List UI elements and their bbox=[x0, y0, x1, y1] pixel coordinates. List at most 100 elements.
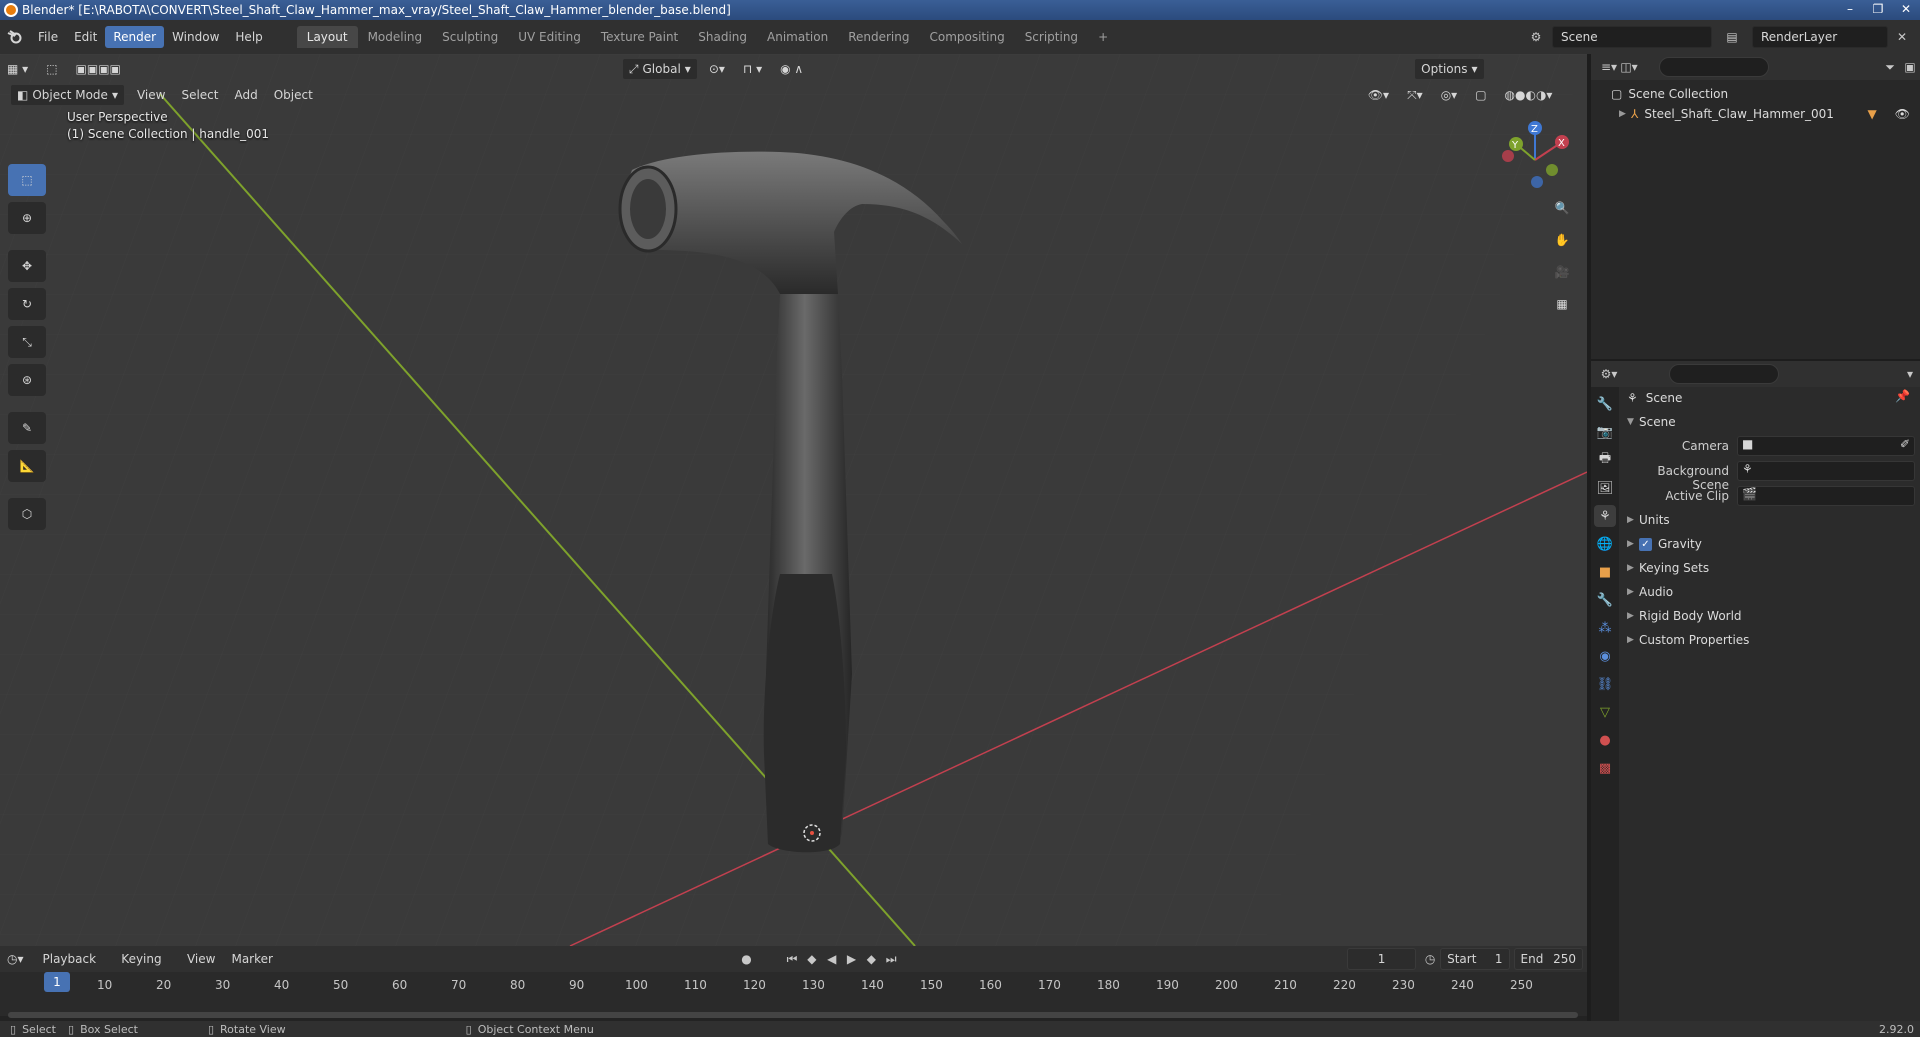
tab-rendering[interactable]: Rendering bbox=[838, 26, 919, 48]
tab-texture-paint[interactable]: Texture Paint bbox=[591, 26, 688, 48]
menu-render[interactable]: Render bbox=[105, 26, 165, 48]
new-collection-icon[interactable]: ▣ bbox=[1900, 57, 1920, 77]
modifier-tab-icon[interactable]: 🔧 bbox=[1594, 589, 1616, 611]
texture-tab-icon[interactable]: ▩ bbox=[1594, 757, 1616, 779]
options-dropdown[interactable]: Options ▾ bbox=[1414, 58, 1485, 80]
object-tab-icon[interactable]: ■ bbox=[1594, 561, 1616, 583]
menu-help[interactable]: Help bbox=[227, 26, 270, 48]
select-box-icon[interactable]: ⬚ bbox=[8, 164, 46, 196]
audio-panel[interactable]: ▶ Audio bbox=[1627, 581, 1673, 603]
scene-type-icon[interactable]: ⚙ bbox=[1526, 27, 1546, 47]
view-layer-tab-icon[interactable]: 🖼 bbox=[1594, 477, 1616, 499]
units-panel[interactable]: ▶ Units bbox=[1627, 509, 1670, 531]
timeline-scrollbar[interactable] bbox=[8, 1012, 1578, 1018]
keying-sets-panel[interactable]: ▶ Keying Sets bbox=[1627, 557, 1709, 579]
display-mode-icon[interactable]: ◫▾ bbox=[1619, 57, 1639, 77]
output-tab-icon[interactable]: 🖶 bbox=[1594, 449, 1616, 471]
eye-icon[interactable]: 👁 bbox=[1895, 107, 1910, 121]
tab-scripting[interactable]: Scripting bbox=[1015, 26, 1088, 48]
minimize-icon[interactable]: – bbox=[1836, 0, 1864, 20]
end-frame-field[interactable]: End 250 bbox=[1513, 948, 1584, 970]
jump-start-icon[interactable]: ⏮ bbox=[782, 949, 802, 969]
custom-properties-panel[interactable]: ▶ Custom Properties bbox=[1627, 629, 1749, 651]
outliner-editor-icon[interactable]: ≡▾ bbox=[1599, 57, 1619, 77]
zoom-icon[interactable]: 🔍 bbox=[1548, 194, 1576, 222]
restore-icon[interactable]: ❐ bbox=[1864, 0, 1892, 20]
menu-select[interactable]: Select bbox=[173, 84, 226, 106]
rotate-icon[interactable]: ↻ bbox=[8, 288, 46, 320]
close-icon[interactable]: ✕ bbox=[1892, 0, 1920, 20]
next-keyframe-icon[interactable]: ◆ bbox=[861, 949, 881, 969]
playback-menu[interactable]: Playback ▾ bbox=[35, 948, 114, 988]
menu-edit[interactable]: Edit bbox=[66, 26, 105, 48]
chevron-down-icon[interactable]: ▾ bbox=[1900, 364, 1920, 384]
scale-icon[interactable]: ⤡ bbox=[8, 326, 46, 358]
render-layer-selector[interactable]: RenderLayer bbox=[1752, 26, 1888, 48]
proportional-edit-icon[interactable]: ◉ ∧ bbox=[773, 58, 810, 80]
menu-view[interactable]: View bbox=[129, 84, 173, 106]
pan-hand-icon[interactable]: ✋ bbox=[1548, 226, 1576, 254]
blender-menu-icon[interactable] bbox=[0, 30, 30, 44]
outliner-scene-collection[interactable]: ▢ Scene Collection bbox=[1591, 84, 1920, 104]
record-icon[interactable]: ● bbox=[737, 949, 757, 969]
material-tab-icon[interactable]: ● bbox=[1594, 729, 1616, 751]
timeline-ruler[interactable]: 1 10 20 30 40 50 60 70 80 90 100 110 120 130 140 150 16… bbox=[0, 972, 1587, 1018]
play-reverse-icon[interactable]: ◀ bbox=[822, 949, 842, 969]
add-workspace-icon[interactable]: + bbox=[1088, 26, 1118, 48]
active-clip-field[interactable]: 🎬 bbox=[1737, 486, 1915, 506]
ortho-grid-icon[interactable]: ▦ bbox=[1548, 290, 1576, 318]
menu-object[interactable]: Object bbox=[266, 84, 321, 106]
keying-menu[interactable]: Keying ▾ bbox=[113, 948, 179, 988]
scene-tab-icon[interactable]: ⚘ bbox=[1594, 505, 1616, 527]
gravity-checkbox[interactable]: ✓ bbox=[1639, 537, 1652, 551]
world-tab-icon[interactable]: 🌐 bbox=[1594, 533, 1616, 555]
selection-mode-icons[interactable]: ▣▣▣▣ bbox=[69, 58, 128, 80]
mode-dropdown[interactable]: ◧ Object Mode ▾ bbox=[10, 84, 125, 106]
menu-add[interactable]: Add bbox=[226, 84, 265, 106]
tab-compositing[interactable]: Compositing bbox=[919, 26, 1014, 48]
tab-shading[interactable]: Shading bbox=[688, 26, 757, 48]
3d-viewport[interactable]: ▦ ▾ ⬚ ▣▣▣▣ ⤢ Global ▾ ⊙▾ ⊓ ▾ ◉ ∧ Options… bbox=[0, 54, 1587, 946]
menu-file[interactable]: File bbox=[30, 26, 66, 48]
shading-mode-icons[interactable]: ◍●◐◑▾ bbox=[1498, 84, 1560, 106]
outliner-item[interactable]: ▶ ⅄ Steel_Shaft_Claw_Hammer_001 ▼ 👁 bbox=[1591, 104, 1920, 124]
background-scene-field[interactable]: ⚘ bbox=[1737, 461, 1915, 481]
render-tab-icon[interactable]: 📷 bbox=[1594, 421, 1616, 443]
jump-end-icon[interactable]: ⏭ bbox=[881, 949, 901, 969]
camera-field[interactable]: ■ ✐ bbox=[1737, 436, 1915, 456]
add-cube-icon[interactable]: ⬡ bbox=[8, 498, 46, 530]
prev-keyframe-icon[interactable]: ◆ bbox=[802, 949, 822, 969]
outliner-search-input[interactable] bbox=[1659, 57, 1769, 77]
clock-editor-icon[interactable]: ◷▾ bbox=[0, 948, 31, 970]
measure-icon[interactable]: 📐 bbox=[8, 450, 46, 482]
transform-orientation-dropdown[interactable]: ⤢ Global ▾ bbox=[621, 58, 698, 80]
tool-tab-icon[interactable]: 🔧 bbox=[1594, 393, 1616, 415]
playhead[interactable]: 1 bbox=[44, 972, 70, 992]
pin-icon[interactable]: 📌 bbox=[1895, 389, 1910, 403]
rigid-body-panel[interactable]: ▶ Rigid Body World bbox=[1627, 605, 1742, 627]
data-tab-icon[interactable]: ▽ bbox=[1594, 701, 1616, 723]
tab-sculpting[interactable]: Sculpting bbox=[432, 26, 508, 48]
overlay-icon[interactable]: ◎▾ bbox=[1434, 84, 1465, 106]
remove-layer-icon[interactable]: ✕ bbox=[1892, 27, 1912, 47]
tab-layout[interactable]: Layout bbox=[296, 26, 358, 48]
tab-animation[interactable]: Animation bbox=[757, 26, 838, 48]
constraints-tab-icon[interactable]: ⛓ bbox=[1594, 673, 1616, 695]
visibility-icon[interactable]: 👁▾ bbox=[1361, 84, 1396, 106]
physics-tab-icon[interactable]: ◉ bbox=[1594, 645, 1616, 667]
menu-window[interactable]: Window bbox=[164, 26, 227, 48]
gravity-panel[interactable]: ▶ ✓ Gravity bbox=[1627, 533, 1702, 555]
render-layer-icon[interactable]: ▤ bbox=[1722, 27, 1742, 47]
pivot-icon[interactable]: ⊙▾ bbox=[702, 58, 732, 80]
tab-modeling[interactable]: Modeling bbox=[358, 26, 433, 48]
scene-panel-header[interactable]: ▼ Scene bbox=[1627, 411, 1676, 433]
editor-type-icon[interactable]: ▦ ▾ bbox=[0, 58, 35, 80]
expand-icon[interactable]: ▶ bbox=[1619, 109, 1631, 119]
properties-editor-icon[interactable]: ⚙▾ bbox=[1599, 364, 1619, 384]
cursor-icon[interactable]: ⊕ bbox=[8, 202, 46, 234]
camera-view-icon[interactable]: 🎥 bbox=[1548, 258, 1576, 286]
move-icon[interactable]: ✥ bbox=[8, 250, 46, 282]
particles-tab-icon[interactable]: ⁂ bbox=[1594, 617, 1616, 639]
play-icon[interactable]: ▶ bbox=[842, 949, 862, 969]
marker-menu[interactable]: Marker bbox=[223, 948, 280, 970]
